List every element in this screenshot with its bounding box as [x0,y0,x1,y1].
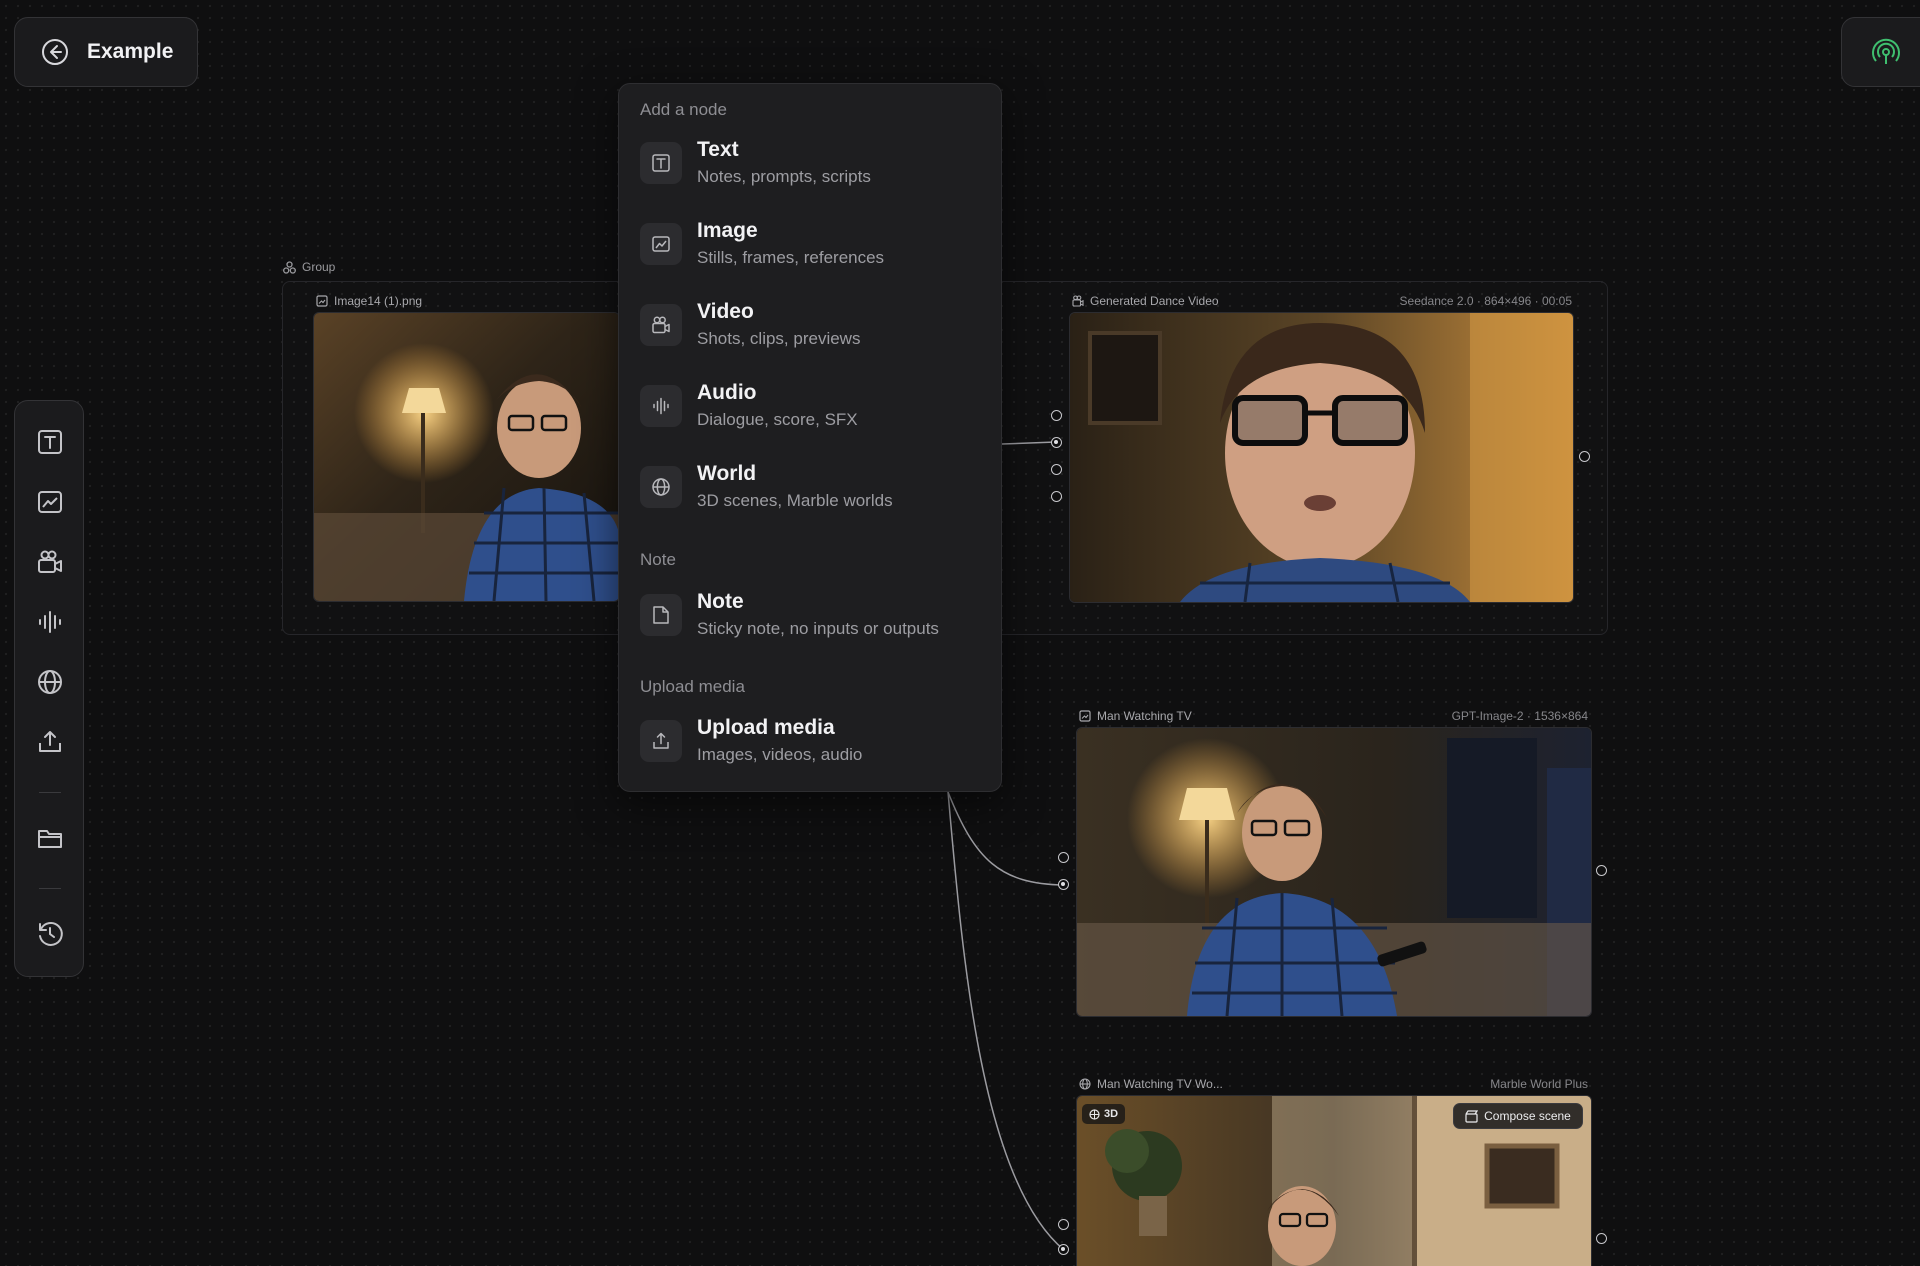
menu-item-title: Note [697,590,744,613]
menu-item-title: Image [697,219,758,242]
group-icon [283,260,296,274]
output-port[interactable] [1596,1233,1607,1244]
globe-icon [651,477,671,497]
source-image-filename: Image14 (1).png [334,294,423,308]
menu-item-subtitle: Sticky note, no inputs or outputs [697,619,939,638]
input-port-connected[interactable] [1051,437,1062,448]
man-tv-node-label: Man Watching TV [1079,709,1192,723]
menu-item-title: World [697,462,757,485]
menu-item-video[interactable]: Video Shots, clips, previews [631,294,989,366]
world-node-label: Man Watching TV Wo... [1079,1077,1223,1091]
input-port[interactable] [1051,491,1062,502]
input-port[interactable] [1058,1219,1069,1230]
input-port-connected[interactable] [1058,879,1069,890]
menu-item-subtitle: 3D scenes, Marble worlds [697,491,893,510]
menu-item-image[interactable]: Image Stills, frames, references [631,213,989,285]
menu-item-subtitle: Dialogue, score, SFX [697,410,858,429]
video-icon [651,315,671,335]
upload-icon [651,731,671,751]
input-port[interactable] [1051,464,1062,475]
menu-item-subtitle: Shots, clips, previews [697,329,861,348]
output-port[interactable] [1579,451,1590,462]
group-label: Group [283,260,335,274]
globe-icon [1079,1078,1091,1090]
image-icon [651,234,671,254]
3d-badge: 3D [1082,1104,1126,1124]
input-port[interactable] [1058,852,1069,863]
menu-item-subtitle: Notes, prompts, scripts [697,167,871,186]
compose-scene-label: Compose scene [1484,1109,1571,1123]
dance-video-node[interactable] [1069,312,1574,603]
world-node-meta: Marble World Plus [1490,1077,1588,1091]
note-section-header: Note [640,550,676,569]
compose-scene-button[interactable]: Compose scene [1453,1103,1583,1129]
upload-section-header: Upload media [640,677,745,696]
dance-video-thumbnail [1070,313,1573,602]
menu-item-title: Upload media [697,716,835,739]
dance-video-title: Generated Dance Video [1090,294,1219,308]
audio-icon [651,396,671,416]
note-icon [651,605,671,625]
menu-item-text[interactable]: Text Notes, prompts, scripts [631,132,989,204]
menu-item-subtitle: Images, videos, audio [697,745,863,764]
man-tv-thumbnail [1077,728,1591,1016]
dance-video-node-label: Generated Dance Video [1072,294,1219,308]
menu-item-title: Text [697,138,739,161]
menu-item-title: Audio [697,381,757,404]
world-node-title: Man Watching TV Wo... [1097,1077,1223,1091]
man-tv-node[interactable] [1076,727,1592,1017]
source-image-thumbnail [314,313,619,601]
cube-icon [1089,1108,1100,1120]
menu-item-upload-media[interactable]: Upload media Images, videos, audio [631,710,989,782]
add-node-menu: Add a node Text Notes, prompts, scripts … [618,83,1002,792]
dance-video-meta: Seedance 2.0 · 864×496 · 00:05 [1399,294,1572,308]
output-port[interactable] [1596,865,1607,876]
group-label-text: Group [302,260,336,274]
input-port-connected[interactable] [1058,1244,1069,1255]
source-image-node-label: Image14 (1).png [316,294,422,308]
menu-item-world[interactable]: World 3D scenes, Marble worlds [631,456,989,528]
menu-item-audio[interactable]: Audio Dialogue, score, SFX [631,375,989,447]
menu-item-note[interactable]: Note Sticky note, no inputs or outputs [631,584,989,656]
text-icon [651,153,671,173]
image-icon [1079,710,1091,722]
video-icon [1072,295,1084,307]
man-tv-meta: GPT-Image-2 · 1536×864 [1451,709,1588,723]
man-tv-title: Man Watching TV [1097,709,1192,723]
menu-item-subtitle: Stills, frames, references [697,248,885,267]
clapperboard-icon [1465,1109,1479,1123]
source-image-node[interactable] [313,312,620,602]
image-icon [316,295,328,307]
3d-badge-label: 3D [1104,1108,1119,1120]
add-node-header: Add a node [640,100,727,119]
input-port[interactable] [1051,410,1062,421]
menu-item-title: Video [697,300,754,323]
